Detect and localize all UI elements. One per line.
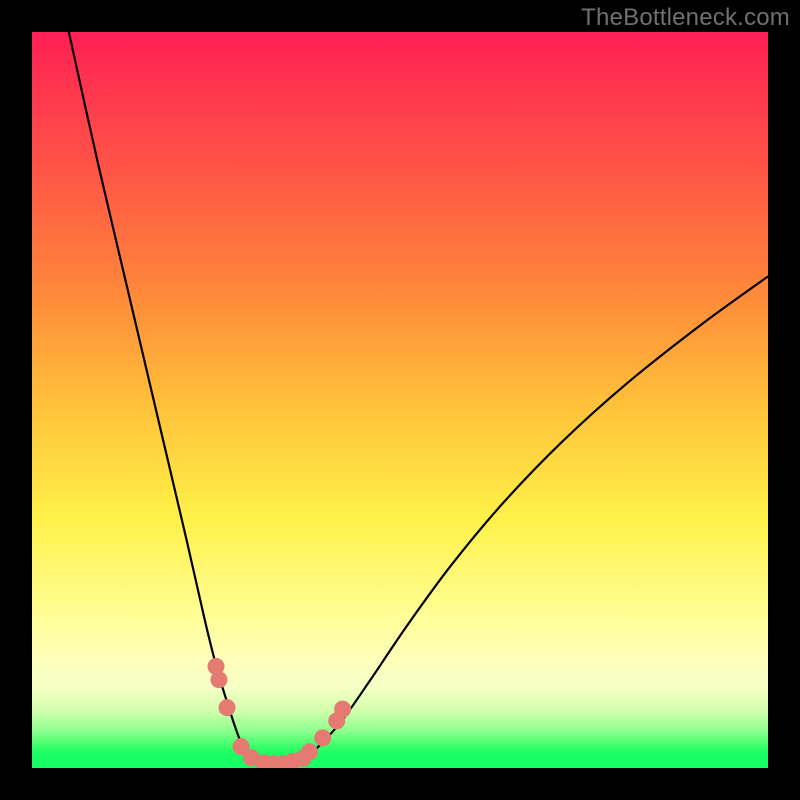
chart-marker <box>210 671 227 688</box>
chart-marker <box>219 699 236 716</box>
chart-frame: TheBottleneck.com <box>0 0 800 800</box>
chart-svg <box>32 32 768 768</box>
chart-marker <box>334 701 351 718</box>
chart-marker <box>301 743 318 760</box>
chart-plot-area <box>32 32 768 768</box>
chart-curve <box>69 32 768 764</box>
chart-marker <box>314 729 331 746</box>
watermark-text: TheBottleneck.com <box>581 4 790 32</box>
chart-markers <box>208 658 352 768</box>
